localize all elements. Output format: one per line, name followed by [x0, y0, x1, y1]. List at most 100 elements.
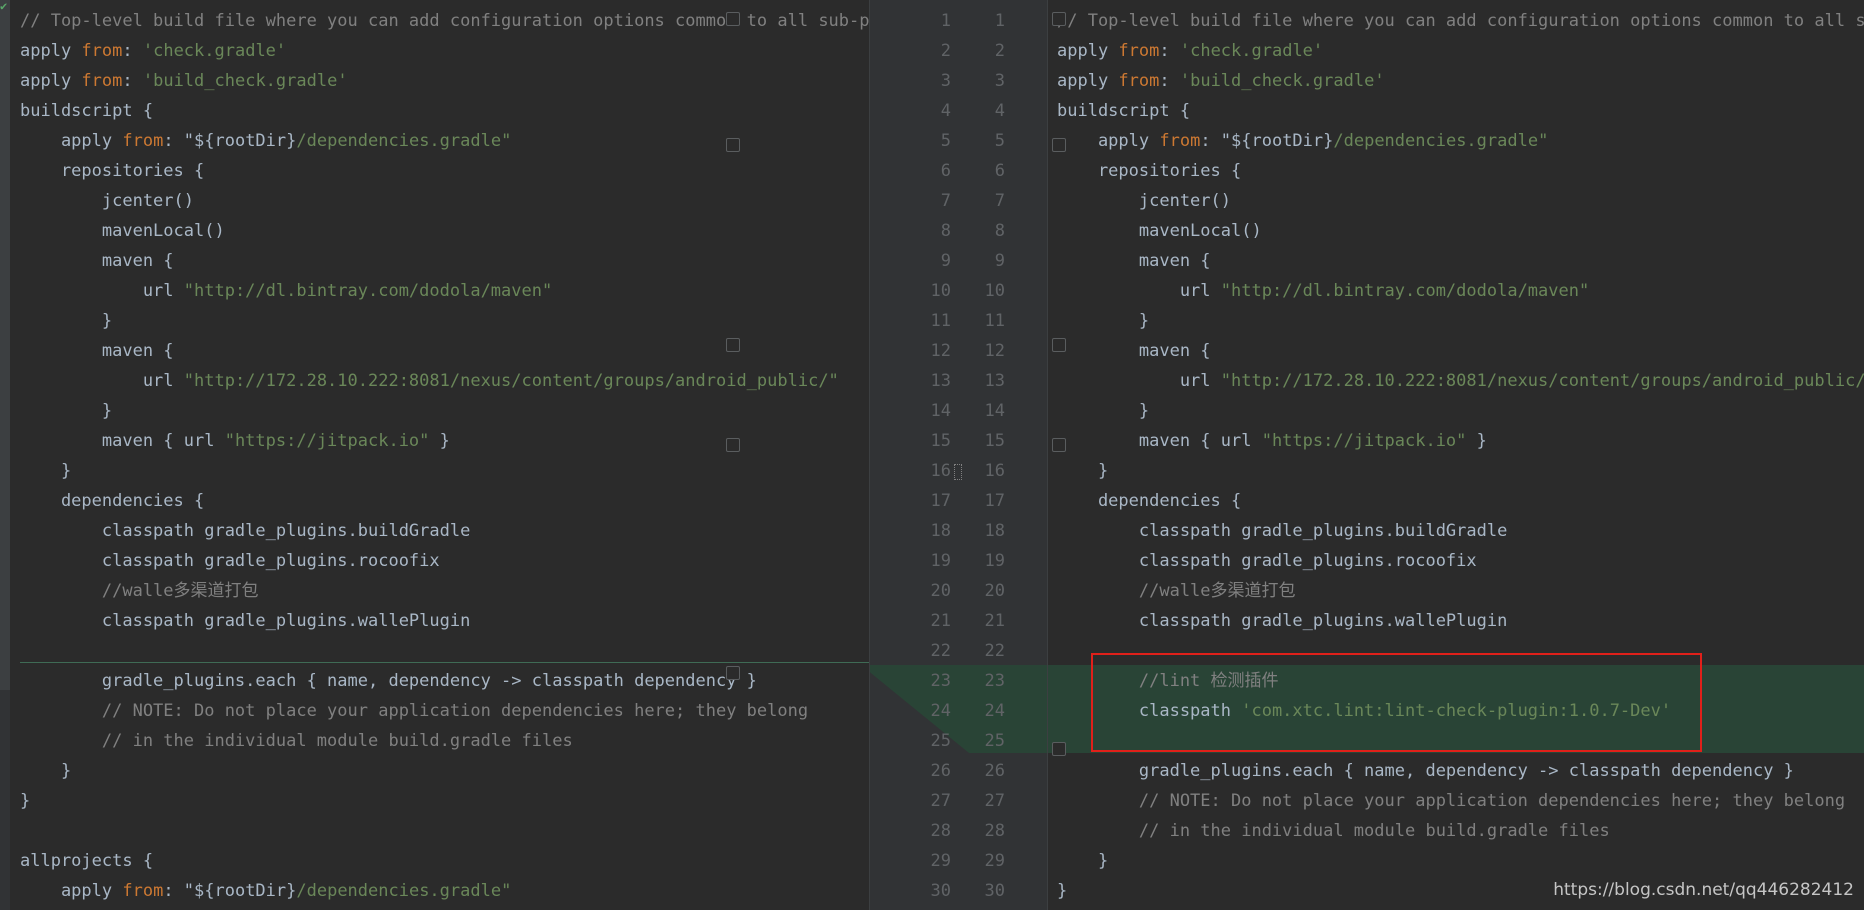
line-number: 17 — [930, 491, 951, 511]
code-line[interactable]: // Top-level build file where you can ad… — [1057, 6, 1864, 36]
code-line[interactable]: allprojects { — [20, 846, 865, 876]
code-line[interactable]: maven { — [20, 246, 865, 276]
code-line[interactable]: buildscript { — [20, 96, 865, 126]
code-line[interactable]: repositories { — [20, 156, 865, 186]
fold-icon[interactable] — [726, 438, 740, 452]
fold-icon[interactable] — [1052, 742, 1066, 756]
code-line[interactable]: apply from: 'check.gradle' — [1057, 36, 1864, 66]
code-line[interactable]: apply from: "${rootDir}/dependencies.gra… — [20, 876, 865, 906]
code-token: "http://172.28.10.222:8081/nexus/content… — [183, 371, 839, 391]
fold-icon[interactable] — [726, 12, 740, 26]
line-number: 13 — [984, 371, 1005, 391]
code-line[interactable]: } — [20, 396, 865, 426]
fold-icon[interactable] — [1052, 338, 1066, 352]
code-line[interactable]: url "http://172.28.10.222:8081/nexus/con… — [20, 366, 865, 396]
code-line[interactable]: } — [20, 456, 865, 486]
code-line[interactable]: maven { — [1057, 336, 1864, 366]
code-line[interactable]: // NOTE: Do not place your application d… — [20, 696, 865, 726]
left-gutter-strip — [0, 0, 10, 690]
code-token: // in the individual module build.gradle… — [1057, 821, 1610, 841]
code-line[interactable]: } — [1057, 396, 1864, 426]
code-line[interactable] — [20, 636, 865, 666]
code-token: classpath gradle_plugins.wallePlugin — [20, 611, 471, 631]
code-line[interactable]: jcenter() — [1057, 186, 1864, 216]
code-token: : — [122, 41, 143, 61]
code-line[interactable]: apply from: 'check.gradle' — [20, 36, 865, 66]
fold-icon[interactable] — [726, 666, 740, 680]
code-token: maven { — [1057, 251, 1211, 271]
line-number: 2 — [994, 41, 1005, 61]
divider-handle-icon[interactable] — [954, 464, 962, 480]
code-line[interactable]: } — [20, 306, 865, 336]
code-token: url — [20, 281, 184, 301]
line-number: 24 — [984, 701, 1005, 721]
code-line[interactable]: //walle多渠道打包 — [1057, 576, 1864, 606]
code-token: from — [1118, 41, 1160, 61]
code-line[interactable]: apply from: 'build_check.gradle' — [20, 66, 865, 96]
code-line[interactable]: classpath gradle_plugins.wallePlugin — [1057, 606, 1864, 636]
code-line[interactable]: dependencies { — [20, 486, 865, 516]
code-line[interactable]: } — [20, 786, 865, 816]
left-editor-pane[interactable]: ✔ // Top-level build file where you can … — [0, 0, 869, 910]
fold-icon[interactable] — [1052, 138, 1066, 152]
code-line[interactable]: apply from: "${rootDir}/dependencies.gra… — [1057, 126, 1864, 156]
code-token: dependencies { — [1057, 491, 1242, 511]
code-line[interactable]: dependencies { — [1057, 486, 1864, 516]
diff-viewer: ✔ // Top-level build file where you can … — [0, 0, 1864, 910]
line-number: 27 — [930, 791, 951, 811]
fold-icon[interactable] — [1052, 438, 1066, 452]
right-editor-pane[interactable]: // Top-level build file where you can ad… — [1048, 0, 1864, 910]
code-line[interactable]: url "http://dl.bintray.com/dodola/maven" — [1057, 276, 1864, 306]
code-line[interactable]: // in the individual module build.gradle… — [20, 726, 865, 756]
code-line[interactable]: jcenter() — [20, 186, 865, 216]
line-number: 15 — [930, 431, 951, 451]
code-token: : — [1159, 41, 1180, 61]
line-number: 21 — [984, 611, 1005, 631]
code-token: mavenLocal() — [1057, 221, 1262, 241]
right-code-area[interactable]: // Top-level build file where you can ad… — [1057, 6, 1864, 906]
fold-icon[interactable] — [726, 338, 740, 352]
fold-icon[interactable] — [726, 138, 740, 152]
code-line[interactable]: } — [1057, 846, 1864, 876]
code-line[interactable]: repositories { — [1057, 156, 1864, 186]
code-token: : "${rootDir} — [163, 881, 297, 901]
code-token: : — [1159, 71, 1180, 91]
code-line[interactable]: //walle多渠道打包 — [20, 576, 865, 606]
code-token: } — [20, 401, 113, 421]
line-number: 28 — [984, 821, 1005, 841]
code-line[interactable]: apply from: 'build_check.gradle' — [1057, 66, 1864, 96]
code-line[interactable]: // NOTE: Do not place your application d… — [1057, 786, 1864, 816]
code-line[interactable]: url "http://172.28.10.222:8081/nexus/con… — [1057, 366, 1864, 396]
highlight-annotation-box — [1091, 653, 1702, 752]
code-token: /dependencies.gradle" — [296, 131, 512, 151]
code-token: "http://172.28.10.222:8081/nexus/content… — [1220, 371, 1864, 391]
code-line[interactable]: } — [1057, 456, 1864, 486]
code-line[interactable]: classpath gradle_plugins.buildGradle — [1057, 516, 1864, 546]
code-token: url — [1057, 281, 1221, 301]
code-line[interactable]: // in the individual module build.gradle… — [1057, 816, 1864, 846]
line-number: 18 — [984, 521, 1005, 541]
code-line[interactable]: classpath gradle_plugins.rocoofix — [1057, 546, 1864, 576]
fold-icon[interactable] — [1052, 12, 1066, 26]
code-line[interactable]: } — [1057, 306, 1864, 336]
code-line[interactable]: buildscript { — [1057, 96, 1864, 126]
code-line[interactable]: classpath gradle_plugins.buildGradle — [20, 516, 865, 546]
code-line[interactable] — [20, 816, 865, 846]
code-token: : "${rootDir} — [1200, 131, 1334, 151]
insertion-connector — [869, 665, 1048, 753]
code-token: //walle多渠道打包 — [20, 581, 259, 601]
code-line[interactable]: maven { url "https://jitpack.io" } — [1057, 426, 1864, 456]
code-line[interactable]: mavenLocal() — [20, 216, 865, 246]
code-line[interactable]: mavenLocal() — [1057, 216, 1864, 246]
code-token: apply — [1057, 41, 1119, 61]
right-line-numbers: 1 2 3 4 5 6 7 8 9 10 11 12 13 14 15 16 17 18 19 20 21 22 23 24 2… — [969, 6, 1005, 906]
code-line[interactable]: } — [20, 756, 865, 786]
code-line[interactable]: url "http://dl.bintray.com/dodola/maven" — [20, 276, 865, 306]
code-line[interactable]: classpath gradle_plugins.rocoofix — [20, 546, 865, 576]
code-token: // in the individual module build.gradle… — [20, 731, 573, 751]
code-line[interactable]: classpath gradle_plugins.wallePlugin — [20, 606, 865, 636]
line-number: 9 — [994, 251, 1005, 271]
code-line[interactable]: maven { — [1057, 246, 1864, 276]
code-line[interactable]: gradle_plugins.each { name, dependency -… — [1057, 756, 1864, 786]
code-token: /dependencies.gradle" — [296, 881, 512, 901]
